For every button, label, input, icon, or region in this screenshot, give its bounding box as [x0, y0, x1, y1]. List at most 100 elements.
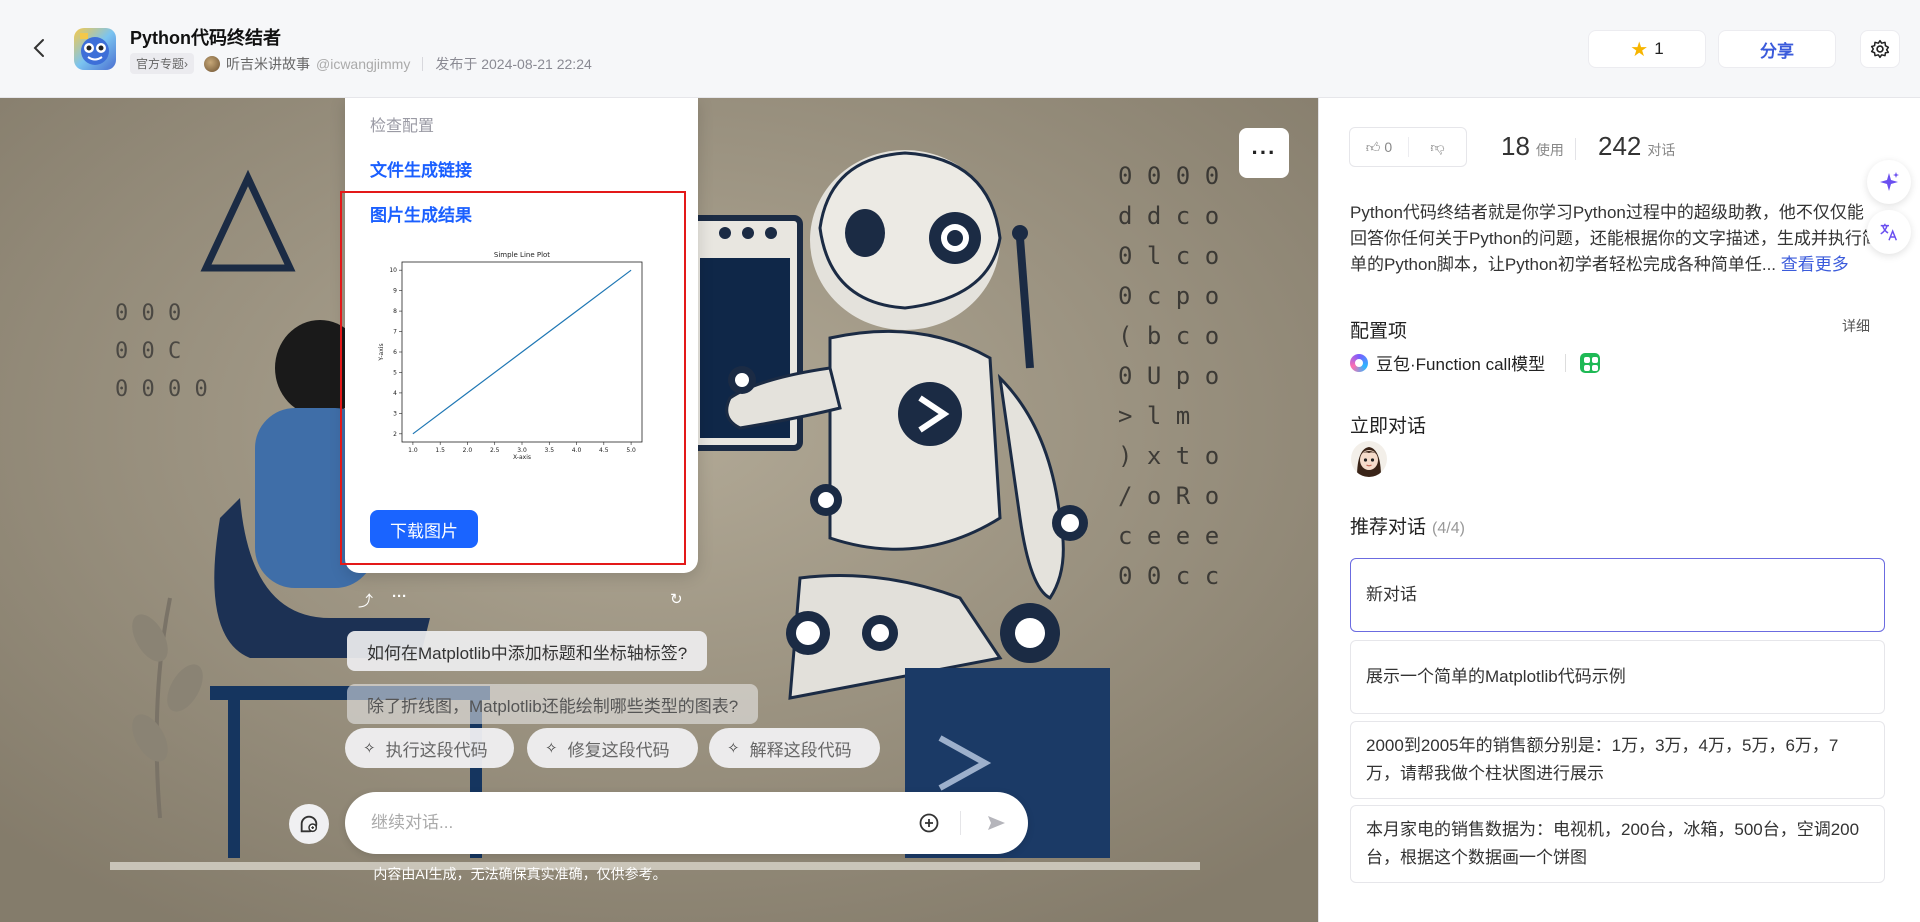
suggested-question[interactable]: 除了折线图，Matplotlib还能绘制哪些类型的图表? — [347, 684, 759, 724]
like-button[interactable]: 👍︎ 0 — [1350, 137, 1409, 157]
dislike-button[interactable]: 👎︎ — [1409, 139, 1466, 156]
thumbs-up-icon: 👍︎ — [1365, 138, 1381, 155]
usage-label: 使用 — [1535, 142, 1564, 158]
y-tick-label: 8 — [393, 308, 397, 315]
chats-label: 对话 — [1647, 142, 1676, 158]
y-tick-label: 2 — [393, 431, 397, 438]
author-name[interactable]: 听吉米讲故事 — [226, 54, 310, 74]
chats-count: 242 — [1598, 131, 1642, 161]
share-button[interactable]: 分享 — [1718, 30, 1836, 68]
y-tick-label: 10 — [389, 267, 397, 274]
svg-text:0 0 c c: 0 0 c c — [1118, 562, 1219, 590]
file-link-heading[interactable]: 文件生成链接 — [370, 156, 472, 181]
model-name[interactable]: 豆包·Function call模型 — [1376, 350, 1545, 375]
vote-group: 👍︎ 0 👎︎ — [1349, 127, 1467, 167]
sparkle-icon: ✧ — [727, 740, 740, 757]
svg-text:0 0 0 0: 0 0 0 0 — [1118, 162, 1219, 190]
ai-disclaimer: 内容由AI生成，无法确保真实准确，仅供参考。 — [373, 866, 667, 882]
gear-icon — [1870, 39, 1890, 59]
config-section-title: 配置项 — [1350, 321, 1408, 342]
svg-text:d d c o: d d c o — [1118, 202, 1219, 230]
ai-assistant-float-button[interactable] — [1867, 160, 1911, 204]
recommended-count: (4/4) — [1432, 520, 1465, 537]
attach-button[interactable] — [915, 809, 943, 837]
translate-float-button[interactable] — [1867, 210, 1911, 254]
model-divider — [1565, 353, 1567, 372]
chat-input-bar — [345, 792, 1028, 854]
chat-main-area: 0 0 0 0 0 C 0 0 0 0 0 0 0 0 d d c o 0 l … — [0, 98, 1318, 922]
new-topic-button[interactable] — [289, 804, 329, 844]
y-tick-label: 7 — [393, 329, 397, 336]
x-tick-label: 1.0 — [408, 447, 418, 454]
star-count: 1 — [1654, 39, 1664, 58]
recommended-title-text: 推荐对话 — [1350, 517, 1427, 538]
y-tick-label: 9 — [393, 288, 397, 295]
svg-text:/ o R o: / o R o — [1118, 482, 1219, 510]
meta-row: 官方专题› 听吉米讲故事 @icwangjimmy 发布于 2024-08-21… — [130, 53, 592, 74]
app-title: Python代码终结者 — [130, 28, 281, 48]
svg-text:0 U p o: 0 U p o — [1118, 362, 1219, 390]
send-button[interactable] — [982, 809, 1010, 837]
send-icon — [988, 816, 1005, 830]
fix-code-chip[interactable]: ✧ 修复这段代码 — [527, 728, 698, 768]
regenerate-icon[interactable]: ↻ — [670, 590, 683, 608]
config-detail-link[interactable]: 详细 — [1842, 316, 1870, 336]
model-logo-icon — [1350, 353, 1368, 372]
chats-stat: 242 对话 — [1598, 131, 1675, 162]
x-axis-label: X-axis — [513, 454, 531, 461]
y-tick-label: 4 — [393, 390, 397, 397]
bot-description: Python代码终结者就是你学习Python过程中的超级助教，他不仅仅能回答你任… — [1350, 200, 1880, 278]
like-count: 0 — [1384, 139, 1393, 155]
share-icon[interactable]: ⤴ — [358, 590, 373, 611]
plus-circle-icon — [919, 813, 939, 833]
y-tick-label: 3 — [393, 410, 397, 417]
see-more-link[interactable]: 查看更多 — [1781, 255, 1849, 274]
recommended-title: 推荐对话 (4/4) — [1350, 512, 1465, 539]
execute-code-chip[interactable]: ✧ 执行这段代码 — [345, 728, 514, 768]
svg-text:0 0 0: 0 0 0 — [115, 301, 181, 326]
x-tick-label: 4.0 — [572, 447, 582, 454]
suggested-question[interactable]: 如何在Matplotlib中添加标题和坐标轴标签? — [347, 631, 708, 671]
sparkle-icon: ✧ — [363, 740, 376, 757]
back-arrow-icon[interactable] — [30, 36, 50, 60]
y-tick-label: 5 — [393, 369, 397, 376]
x-tick-label: 3.0 — [517, 447, 527, 454]
official-tag[interactable]: 官方专题› — [130, 53, 194, 74]
generated-plot-image[interactable]: Simple Line Plot 1.0 1.5 2.0 2.5 3.0 3.5 4.0 4.5… — [377, 248, 667, 488]
recommended-chat-item[interactable]: 新对话 — [1350, 558, 1885, 632]
image-result-heading[interactable]: 图片生成结果 — [370, 201, 472, 226]
author-handle: @icwangjimmy — [316, 55, 411, 72]
app-avatar — [74, 28, 116, 70]
x-tick-label: 3.5 — [544, 447, 554, 454]
chat-input[interactable] — [371, 810, 911, 836]
chip-label: 执行这段代码 — [385, 740, 488, 760]
star-icon: ★ — [1630, 38, 1649, 61]
model-row: 豆包·Function call模型 — [1350, 350, 1601, 375]
star-button[interactable]: ★ 1 — [1588, 30, 1706, 68]
ellipsis-icon[interactable]: ··· — [392, 588, 407, 605]
recommended-chat-item[interactable]: 本月家电的销售数据为：电视机，200台，冰箱，500台，空调200台，根据这个数… — [1350, 805, 1885, 883]
more-options-button[interactable]: ··· — [1239, 128, 1289, 178]
plot-title: Simple Line Plot — [494, 251, 550, 259]
stat-divider — [1575, 138, 1576, 160]
y-axis-label: Y-axis — [378, 343, 385, 361]
x-tick-label: 1.5 — [435, 447, 445, 454]
settings-button[interactable] — [1860, 30, 1900, 68]
x-tick-label: 4.5 — [599, 447, 609, 454]
persona-avatar[interactable] — [1351, 441, 1387, 477]
download-image-button[interactable]: 下载图片 — [370, 510, 478, 548]
top-header: Python代码终结者 官方专题› 听吉米讲故事 @icwangjimmy 发布… — [0, 0, 1920, 98]
svg-text:( b c o: ( b c o — [1118, 322, 1219, 350]
usage-count: 18 — [1501, 131, 1530, 161]
svg-text:0 0 0 0: 0 0 0 0 — [115, 377, 208, 402]
sparkle-icon: ✧ — [545, 740, 558, 757]
recommended-chat-item[interactable]: 2000到2005年的销售额分别是：1万，3万，4万，5万，6万，7万，请帮我做… — [1350, 721, 1885, 799]
sparkles-icon — [1880, 172, 1899, 191]
svg-text:) x t o: ) x t o — [1118, 442, 1219, 470]
svg-text:0 0 C: 0 0 C — [115, 339, 181, 364]
recommended-chat-item[interactable]: 展示一个简单的Matplotlib代码示例 — [1350, 640, 1885, 714]
explain-code-chip[interactable]: ✧ 解释这段代码 — [709, 728, 880, 768]
chat-now-title: 立即对话 — [1350, 416, 1427, 437]
x-tick-label: 2.0 — [463, 447, 473, 454]
plugin-icon[interactable] — [1580, 352, 1601, 373]
